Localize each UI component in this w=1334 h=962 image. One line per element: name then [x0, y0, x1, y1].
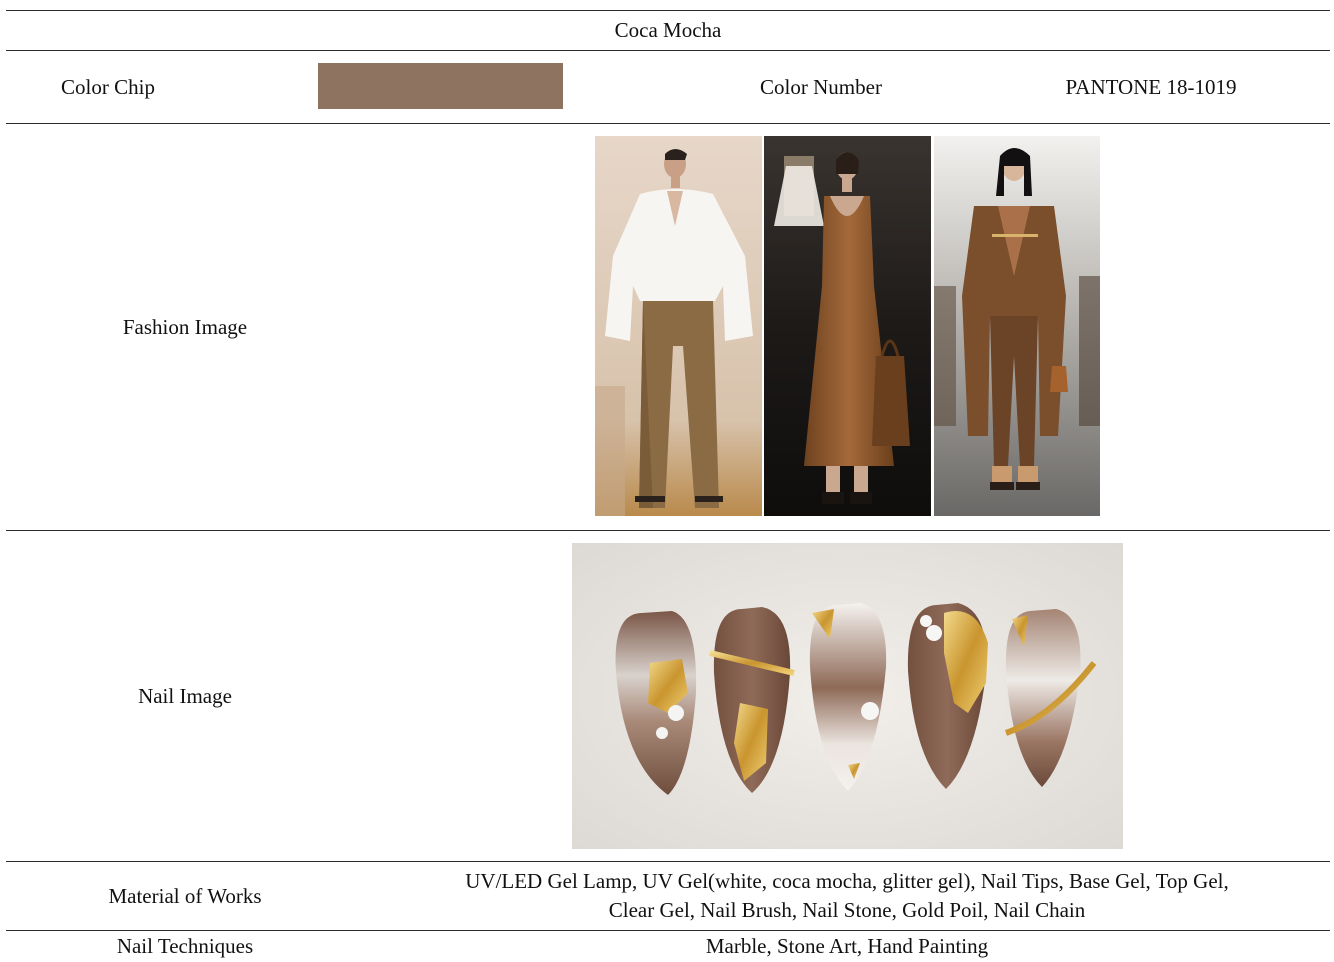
techniques-value: Marble, Stone Art, Hand Painting — [705, 934, 989, 958]
material-line-1: UV/LED Gel Lamp, UV Gel(white, coca moch… — [465, 869, 1229, 893]
color-chip-label: Color Chip — [61, 74, 155, 99]
color-number-label: Color Number — [760, 74, 882, 99]
material-line-2: Clear Gel, Nail Brush, Nail Stone, Gold … — [608, 898, 1086, 922]
material-value: UV/LED Gel Lamp, UV Gel(white, coca moch… — [364, 862, 1330, 930]
material-label: Material of Works — [108, 883, 262, 908]
nail-art-photo-five-almond-nails — [572, 543, 1123, 849]
color-number-value: PANTONE 18-1019 — [1065, 74, 1237, 99]
runway-photo-brown-suit-coat — [934, 136, 1100, 516]
techniques-label: Nail Techniques — [116, 934, 254, 958]
runway-photo-brown-leather-dress — [764, 136, 931, 516]
nail-image-label: Nail Image — [138, 683, 232, 708]
runway-photo-white-blouse-brown-trousers — [595, 136, 762, 516]
table-title: Coca Mocha — [614, 18, 722, 42]
color-chip-swatch — [318, 63, 563, 109]
fashion-image-label: Fashion Image — [122, 314, 248, 339]
